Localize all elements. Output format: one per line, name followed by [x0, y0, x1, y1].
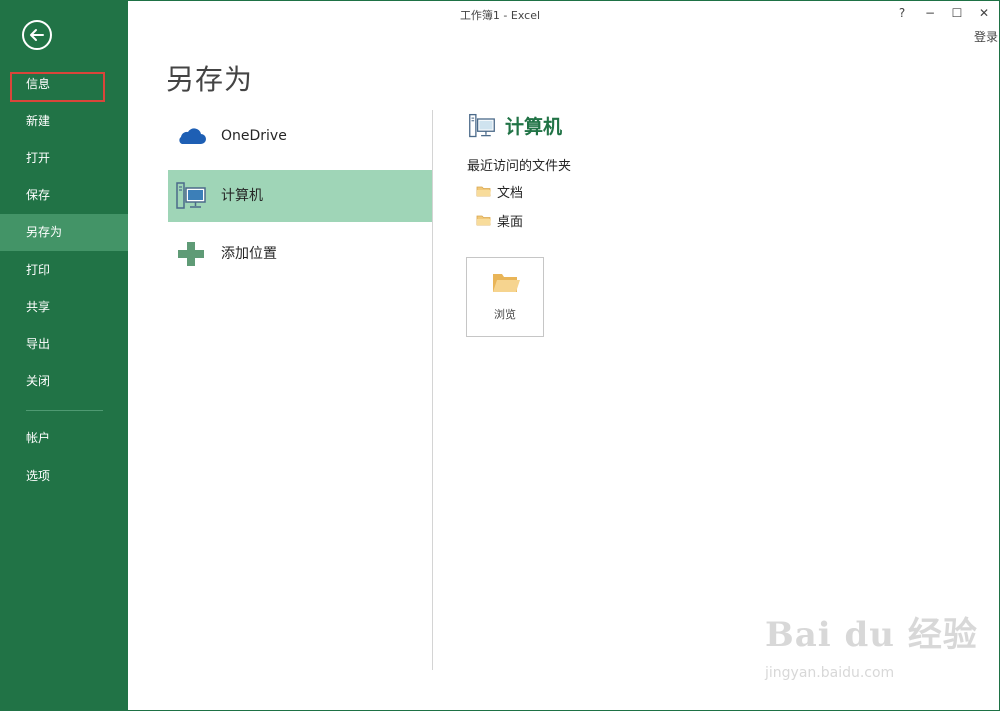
baidu-watermark: Bai du 经验 jingyan.baidu.com [765, 607, 978, 681]
computer-icon [469, 113, 495, 138]
minimize-button[interactable]: − [921, 6, 939, 20]
nav-divider [26, 410, 103, 411]
cloud-icon [179, 128, 206, 144]
section-heading: 计算机 [505, 116, 563, 138]
recent-folders-label: 最近访问的文件夹 [467, 159, 572, 174]
back-button[interactable] [22, 20, 52, 50]
window-border [0, 0, 1000, 711]
place-label: OneDrive [221, 128, 287, 144]
page-title: 另存为 [166, 63, 254, 96]
browse-label: 浏览 [494, 308, 516, 321]
folder-icon [476, 186, 491, 197]
browse-button[interactable]: 浏览 [466, 257, 544, 337]
watermark-url: jingyan.baidu.com [765, 665, 895, 681]
open-folder-icon [493, 274, 520, 292]
help-button[interactable]: ? [893, 6, 911, 20]
backstage-sidebar: 信息 新建 打开 保存 另存为 打印 共享 导出 关闭 帐户 选项 [0, 0, 128, 711]
nav-save[interactable]: 保存 [0, 177, 128, 214]
nav-share[interactable]: 共享 [0, 289, 128, 326]
nav-save-as[interactable]: 另存为 [0, 214, 128, 251]
nav-close[interactable]: 关闭 [0, 363, 128, 400]
place-computer[interactable]: 计算机 [168, 170, 432, 222]
highlight-box [10, 72, 105, 102]
nav-open[interactable]: 打开 [0, 140, 128, 177]
column-divider [432, 110, 433, 670]
nav-export[interactable]: 导出 [0, 326, 128, 363]
place-add-location[interactable]: 添加位置 [168, 228, 432, 280]
place-label: 计算机 [221, 188, 263, 204]
watermark-brand: Bai du 经验 [765, 615, 978, 655]
place-label: 添加位置 [221, 246, 277, 262]
signin-link[interactable]: 登录 [974, 28, 998, 45]
close-button[interactable]: ✕ [975, 6, 993, 20]
folder-icon [476, 215, 491, 226]
folder-label: 桌面 [497, 215, 524, 230]
window-title: 工作簿1 - Excel [459, 9, 541, 22]
nav-options[interactable]: 选项 [0, 458, 128, 495]
folder-label: 文档 [497, 186, 524, 201]
nav-account[interactable]: 帐户 [0, 420, 128, 457]
nav-new[interactable]: 新建 [0, 103, 128, 140]
arrow-left-icon [30, 29, 44, 41]
computer-icon [176, 182, 206, 209]
nav-print[interactable]: 打印 [0, 252, 128, 289]
maximize-button[interactable]: ☐ [948, 6, 966, 20]
place-onedrive[interactable]: OneDrive [168, 110, 432, 162]
plus-icon [178, 242, 204, 266]
